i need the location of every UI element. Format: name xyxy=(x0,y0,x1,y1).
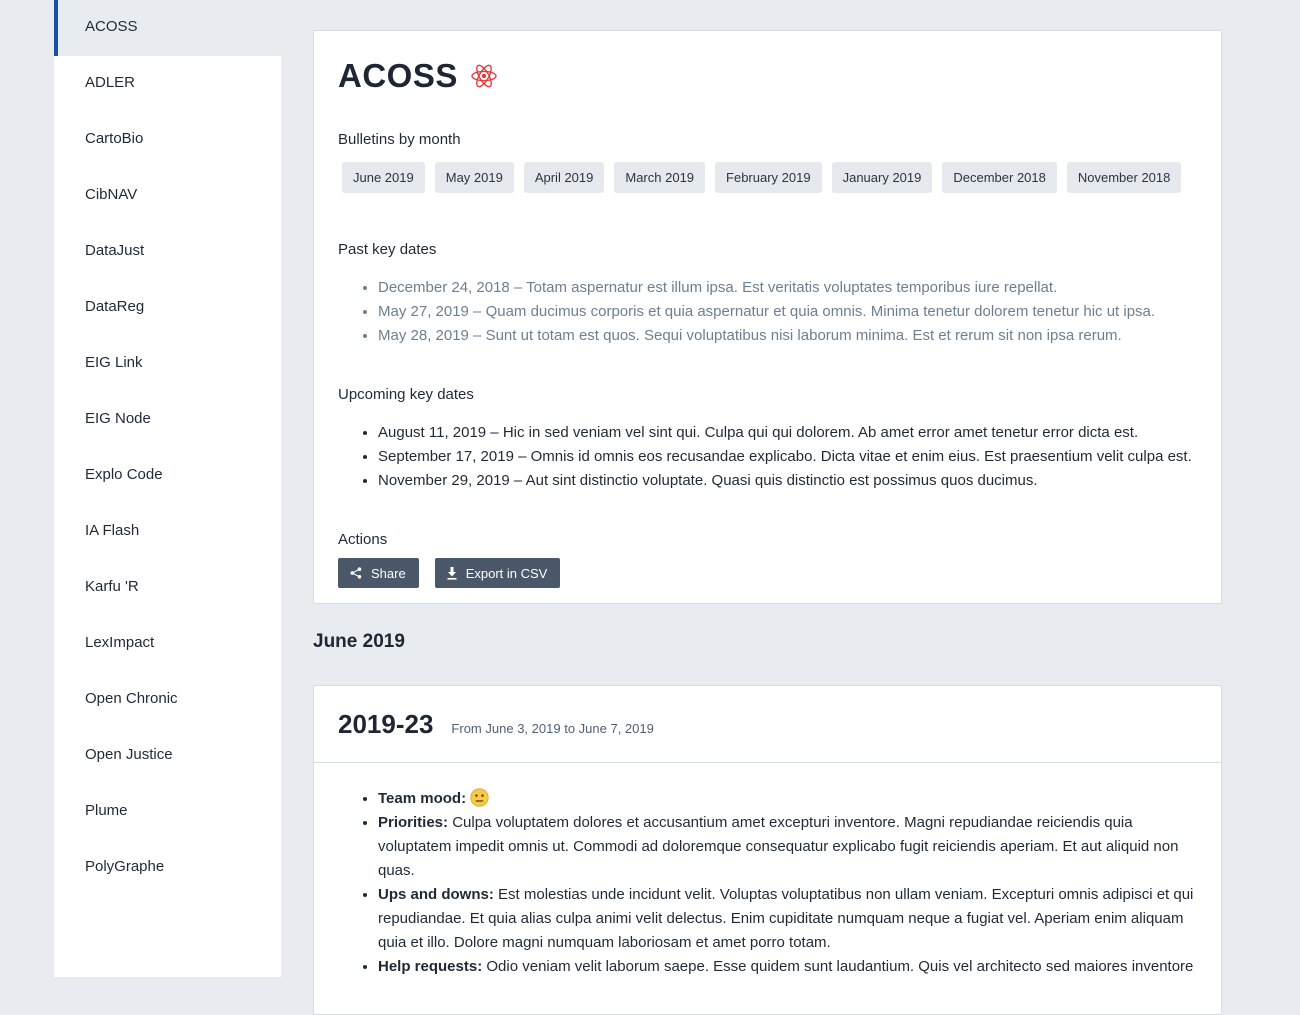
from-word: From xyxy=(451,720,482,736)
sidebar-item-polygraphe[interactable]: PolyGraphe xyxy=(54,840,281,896)
team-mood-label: Team mood: xyxy=(378,790,467,807)
month-chip[interactable]: January 2019 xyxy=(831,162,933,193)
week-details: Team mood: Priorities: Culpa voluptatem … xyxy=(338,787,1197,979)
export-csv-button[interactable]: Export in CSV xyxy=(434,558,561,588)
upcoming-dates-list: August 11, 2019 – Hic in sed veniam vel … xyxy=(338,421,1197,493)
help-requests-text: Odio veniam velit laborum saepe. Esse qu… xyxy=(486,958,1194,975)
team-mood-item: Team mood: xyxy=(378,787,1197,811)
share-button-label: Share xyxy=(371,565,406,581)
sidebar-item-open-chronic[interactable]: Open Chronic xyxy=(54,672,281,728)
sidebar-item-datajust[interactable]: DataJust xyxy=(54,224,281,280)
sidebar-item-datareg[interactable]: DataReg xyxy=(54,280,281,336)
share-icon xyxy=(350,567,362,579)
sidebar-item-ia-flash[interactable]: IA Flash xyxy=(54,504,281,560)
project-card: ACOSS Bulletins by month June 2019 May 20… xyxy=(313,30,1222,604)
month-chip[interactable]: April 2019 xyxy=(523,162,605,193)
sidebar-item-adler[interactable]: ADLER xyxy=(54,56,281,112)
month-chips: June 2019 May 2019 April 2019 March 2019 Feb… xyxy=(342,162,1197,193)
week-number: 2019-23 xyxy=(338,708,434,739)
actions-label: Actions xyxy=(338,531,388,548)
neutral-face-icon xyxy=(470,788,489,807)
sidebar-item-eig-node[interactable]: EIG Node xyxy=(54,392,281,448)
sidebar: ACOSS ADLER CartoBio CibNAV DataJust DataReg E… xyxy=(54,0,281,977)
priorities-label: Priorities: xyxy=(378,814,449,831)
key-date-item: December 24, 2018 – Totam aspernatur est… xyxy=(378,276,1197,300)
actions: Share Export in CSV xyxy=(338,558,1197,588)
ups-downs-label: Ups and downs: xyxy=(378,886,494,903)
month-chip[interactable]: December 2018 xyxy=(942,162,1057,193)
month-chip[interactable]: February 2019 xyxy=(715,162,822,193)
month-chip[interactable]: March 2019 xyxy=(614,162,706,193)
ups-downs-text: Est molestias unde incidunt velit. Volup… xyxy=(378,886,1194,951)
key-date-item: May 27, 2019 – Quam ducimus corporis et … xyxy=(378,300,1197,324)
past-dates-label: Past key dates xyxy=(338,241,437,258)
week-date-range: From June 3, 2019 to June 7, 2019 xyxy=(451,721,653,736)
month-chip[interactable]: June 2019 xyxy=(342,162,425,193)
priorities-item: Priorities: Culpa voluptatem dolores et … xyxy=(378,811,1197,883)
atom-icon xyxy=(471,64,497,88)
help-requests-item: Help requests: Odio veniam velit laborum… xyxy=(378,955,1197,979)
upcoming-dates-label: Upcoming key dates xyxy=(338,386,474,403)
priorities-text: Culpa voluptatem dolores et accusantium … xyxy=(378,814,1179,879)
help-requests-label: Help requests: xyxy=(378,958,483,975)
sidebar-item-karfu-r[interactable]: Karfu 'R xyxy=(54,560,281,616)
main-content: ACOSS Bulletins by month June 2019 May 20… xyxy=(313,30,1222,1015)
bulletins-label: Bulletins by month xyxy=(338,131,461,148)
key-date-item: August 11, 2019 – Hic in sed veniam vel … xyxy=(378,421,1197,445)
page-title: ACOSS xyxy=(338,57,458,94)
weekly-bulletin-card: 2019-23 From June 3, 2019 to June 7, 201… xyxy=(313,685,1222,1015)
month-heading: June 2019 xyxy=(313,631,405,652)
export-csv-button-label: Export in CSV xyxy=(465,565,548,581)
week-start: June 3, 2019 xyxy=(485,720,561,736)
week-end: June 7, 2019 xyxy=(578,720,654,736)
month-chip[interactable]: May 2019 xyxy=(434,162,514,193)
month-chip[interactable]: November 2018 xyxy=(1066,162,1182,193)
sidebar-item-acoss[interactable]: ACOSS xyxy=(54,0,281,56)
key-date-item: November 29, 2019 – Aut sint distinctio … xyxy=(378,469,1197,493)
to-word: to xyxy=(564,720,576,736)
key-date-item: May 28, 2019 – Sunt ut totam est quos. S… xyxy=(378,324,1197,348)
sidebar-item-explo-code[interactable]: Explo Code xyxy=(54,448,281,504)
title-row: ACOSS xyxy=(338,55,1197,97)
key-date-item: September 17, 2019 – Omnis id omnis eos … xyxy=(378,445,1197,469)
sidebar-item-eig-link[interactable]: EIG Link xyxy=(54,336,281,392)
week-header: 2019-23 From June 3, 2019 to June 7, 201… xyxy=(314,686,1221,763)
share-button[interactable]: Share xyxy=(338,558,419,588)
sidebar-item-leximpact[interactable]: LexImpact xyxy=(54,616,281,672)
ups-downs-item: Ups and downs: Est molestias unde incidu… xyxy=(378,883,1197,955)
sidebar-item-cartobio[interactable]: CartoBio xyxy=(54,112,281,168)
sidebar-item-plume[interactable]: Plume xyxy=(54,784,281,840)
download-icon xyxy=(447,566,457,580)
sidebar-item-open-justice[interactable]: Open Justice xyxy=(54,728,281,784)
past-dates-list: December 24, 2018 – Totam aspernatur est… xyxy=(338,276,1197,348)
sidebar-item-cibnav[interactable]: CibNAV xyxy=(54,168,281,224)
